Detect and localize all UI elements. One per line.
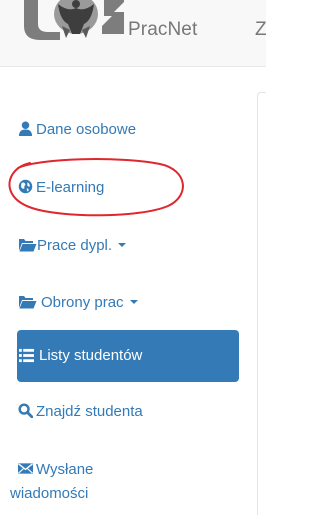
navbar-next-item-fragment[interactable]: Z bbox=[255, 19, 266, 41]
list-icon bbox=[19, 348, 34, 363]
chevron-down-icon bbox=[118, 243, 127, 247]
sidebar-item-znajdz-studenta[interactable]: Znajdź studenta bbox=[18, 402, 239, 422]
envelope-icon bbox=[18, 463, 33, 474]
sidebar-item-label: Dane osobowe bbox=[36, 121, 137, 138]
sidebar-item-label: Prace dypl. bbox=[37, 237, 113, 254]
search-icon bbox=[18, 403, 33, 418]
sidebar-item-dane-osobowe[interactable]: Dane osobowe bbox=[18, 120, 239, 140]
sidebar-item-wyslane-wiadomosci[interactable]: Wysłane wiadomości bbox=[10, 458, 239, 506]
sidebar-item-label-line1: Wysłane bbox=[36, 461, 94, 478]
sidebar-item-label: Znajdź studenta bbox=[36, 403, 143, 420]
globe-icon bbox=[18, 179, 33, 194]
main-content-panel-edge bbox=[257, 92, 266, 515]
university-logo[interactable] bbox=[18, 0, 126, 46]
sidebar-item-label: Obrony prac bbox=[41, 294, 124, 311]
sidebar-item-label: E-learning bbox=[36, 179, 105, 196]
top-navbar: PracNet Z bbox=[0, 0, 266, 67]
sidebar-item-obrony-prac[interactable]: Obrony prac bbox=[18, 293, 239, 313]
sidebar-item-prace-dypl[interactable]: Prace dypl. bbox=[18, 236, 239, 256]
folder-open-icon bbox=[19, 239, 37, 252]
chevron-down-icon bbox=[129, 300, 138, 304]
user-icon bbox=[18, 121, 33, 136]
folder-open-icon bbox=[19, 296, 37, 309]
app-window: PracNet Z Dane osobowe E-learning Prace … bbox=[0, 0, 266, 515]
sidebar-item-label-line2: wiadomości bbox=[10, 485, 89, 502]
sidebar-item-label: Listy studentów bbox=[39, 347, 143, 364]
sidebar-item-listy-studentow[interactable]: Listy studentów bbox=[17, 330, 239, 382]
sidebar-item-e-learning[interactable]: E-learning bbox=[18, 178, 239, 198]
brand-name[interactable]: PracNet bbox=[128, 19, 197, 41]
